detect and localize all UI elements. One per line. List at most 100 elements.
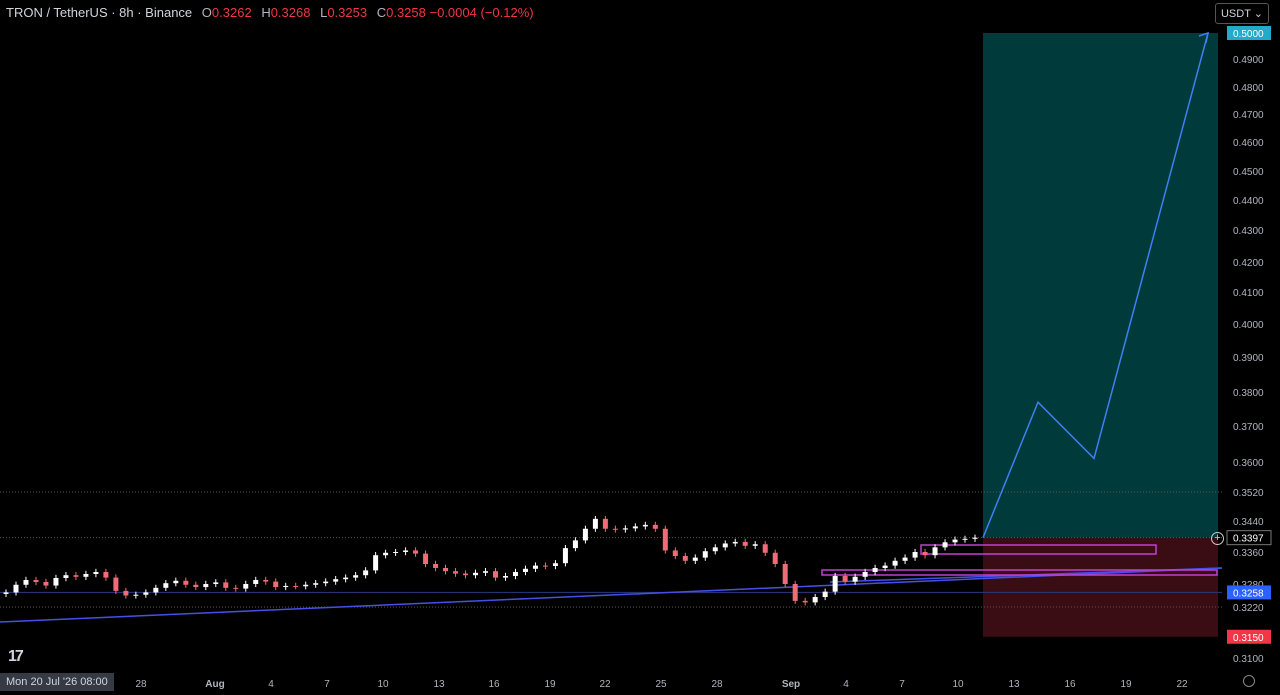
candle (3, 592, 9, 594)
high-value: 0.3268 (270, 5, 311, 20)
x-tick-label: Sep (782, 679, 800, 690)
candle (413, 550, 419, 554)
candle (492, 571, 498, 578)
candle (952, 539, 958, 543)
currency-button[interactable]: USDT ⌄ (1214, 3, 1269, 24)
y-tick-label: 0.4200 (1233, 258, 1264, 269)
x-tick-label: 13 (1008, 679, 1020, 690)
y-tick-label: 0.4300 (1233, 226, 1264, 237)
x-tick-label: 16 (1064, 679, 1076, 690)
y-tick-label: 0.3600 (1233, 458, 1264, 469)
stop-zone (983, 537, 1218, 637)
candle (732, 541, 738, 544)
price-tag-label: 0.5000 (1233, 29, 1264, 40)
candle (443, 568, 449, 572)
candle (832, 576, 838, 592)
candle (742, 541, 748, 546)
y-tick-label: 0.4400 (1233, 196, 1264, 207)
y-tick-label: 0.4800 (1233, 83, 1264, 94)
candle (522, 568, 528, 572)
candle (942, 542, 948, 548)
candle (642, 524, 648, 527)
candle (512, 572, 518, 576)
candle (303, 584, 309, 587)
x-tick-label: 10 (377, 679, 389, 690)
candle (133, 594, 139, 596)
y-tick-label: 0.4000 (1233, 320, 1264, 331)
x-tick-label: 4 (843, 679, 849, 690)
settings-icon[interactable] (1243, 675, 1255, 687)
y-tick-label: 0.3520 (1233, 488, 1264, 499)
candle (632, 526, 638, 529)
candle (343, 577, 349, 580)
candle (163, 583, 169, 588)
candle (622, 528, 628, 530)
y-tick-label: 0.3220 (1233, 603, 1264, 614)
candle (393, 552, 399, 553)
add-alert-icon[interactable]: + (1211, 532, 1224, 545)
candle (33, 580, 39, 582)
candle (363, 570, 369, 576)
x-tick-label: 19 (544, 679, 556, 690)
candle (13, 584, 19, 593)
candle (423, 553, 429, 564)
cursor-date-label: Mon 20 Jul '26 08:00 (0, 673, 114, 691)
candle (842, 576, 848, 582)
candle (662, 528, 668, 551)
x-tick-label: 25 (655, 679, 667, 690)
candle (213, 582, 219, 584)
candle (383, 552, 389, 556)
y-tick-label: 0.4600 (1233, 138, 1264, 149)
candle (53, 578, 59, 586)
target-zone (983, 33, 1218, 538)
candle (203, 584, 209, 588)
candle (712, 547, 718, 552)
candle (792, 584, 798, 601)
candle (772, 552, 778, 564)
candle (972, 537, 978, 539)
candle (782, 564, 788, 584)
candle (582, 528, 588, 541)
candle (702, 551, 708, 558)
price-chart[interactable]: 0.4900 0.4800 0.4700 0.4600 0.4500 0.4400 0.43… (0, 0, 1280, 695)
candle (902, 557, 908, 561)
symbol-title: TRON / TetherUS · 8h · Binance (6, 5, 193, 20)
x-tick-label: 22 (599, 679, 611, 690)
candle (572, 540, 578, 549)
candle (453, 571, 459, 574)
candle (273, 581, 279, 588)
candle (473, 572, 479, 576)
candle (233, 587, 239, 589)
price-tag-label: 0.3397 (1233, 534, 1264, 545)
candle (23, 580, 29, 585)
candle (592, 518, 598, 529)
candle (243, 584, 249, 589)
candle (922, 552, 928, 556)
candle (483, 571, 489, 573)
candle (193, 584, 199, 588)
candle (283, 585, 289, 588)
y-tick-label: 0.3800 (1233, 388, 1264, 399)
candle (562, 548, 568, 564)
candle (153, 587, 159, 593)
candle (183, 580, 189, 585)
candle (542, 565, 548, 567)
low-value: 0.3253 (327, 5, 368, 20)
candle (862, 572, 868, 577)
candle (652, 524, 658, 529)
candle (333, 579, 339, 582)
x-tick-label: 22 (1176, 679, 1188, 690)
candle (373, 555, 379, 571)
candle (173, 580, 179, 584)
candle (852, 576, 858, 582)
x-tick-label: 4 (268, 679, 274, 690)
y-tick-label: 0.4100 (1233, 288, 1264, 299)
candle (123, 590, 129, 596)
high-label: H (261, 5, 271, 20)
candle (962, 538, 968, 540)
open-label: O (201, 5, 212, 20)
y-tick-label: 0.4700 (1233, 110, 1264, 121)
candle (552, 563, 558, 566)
candle (912, 552, 918, 558)
price-tag-label: 0.3150 (1233, 633, 1264, 644)
